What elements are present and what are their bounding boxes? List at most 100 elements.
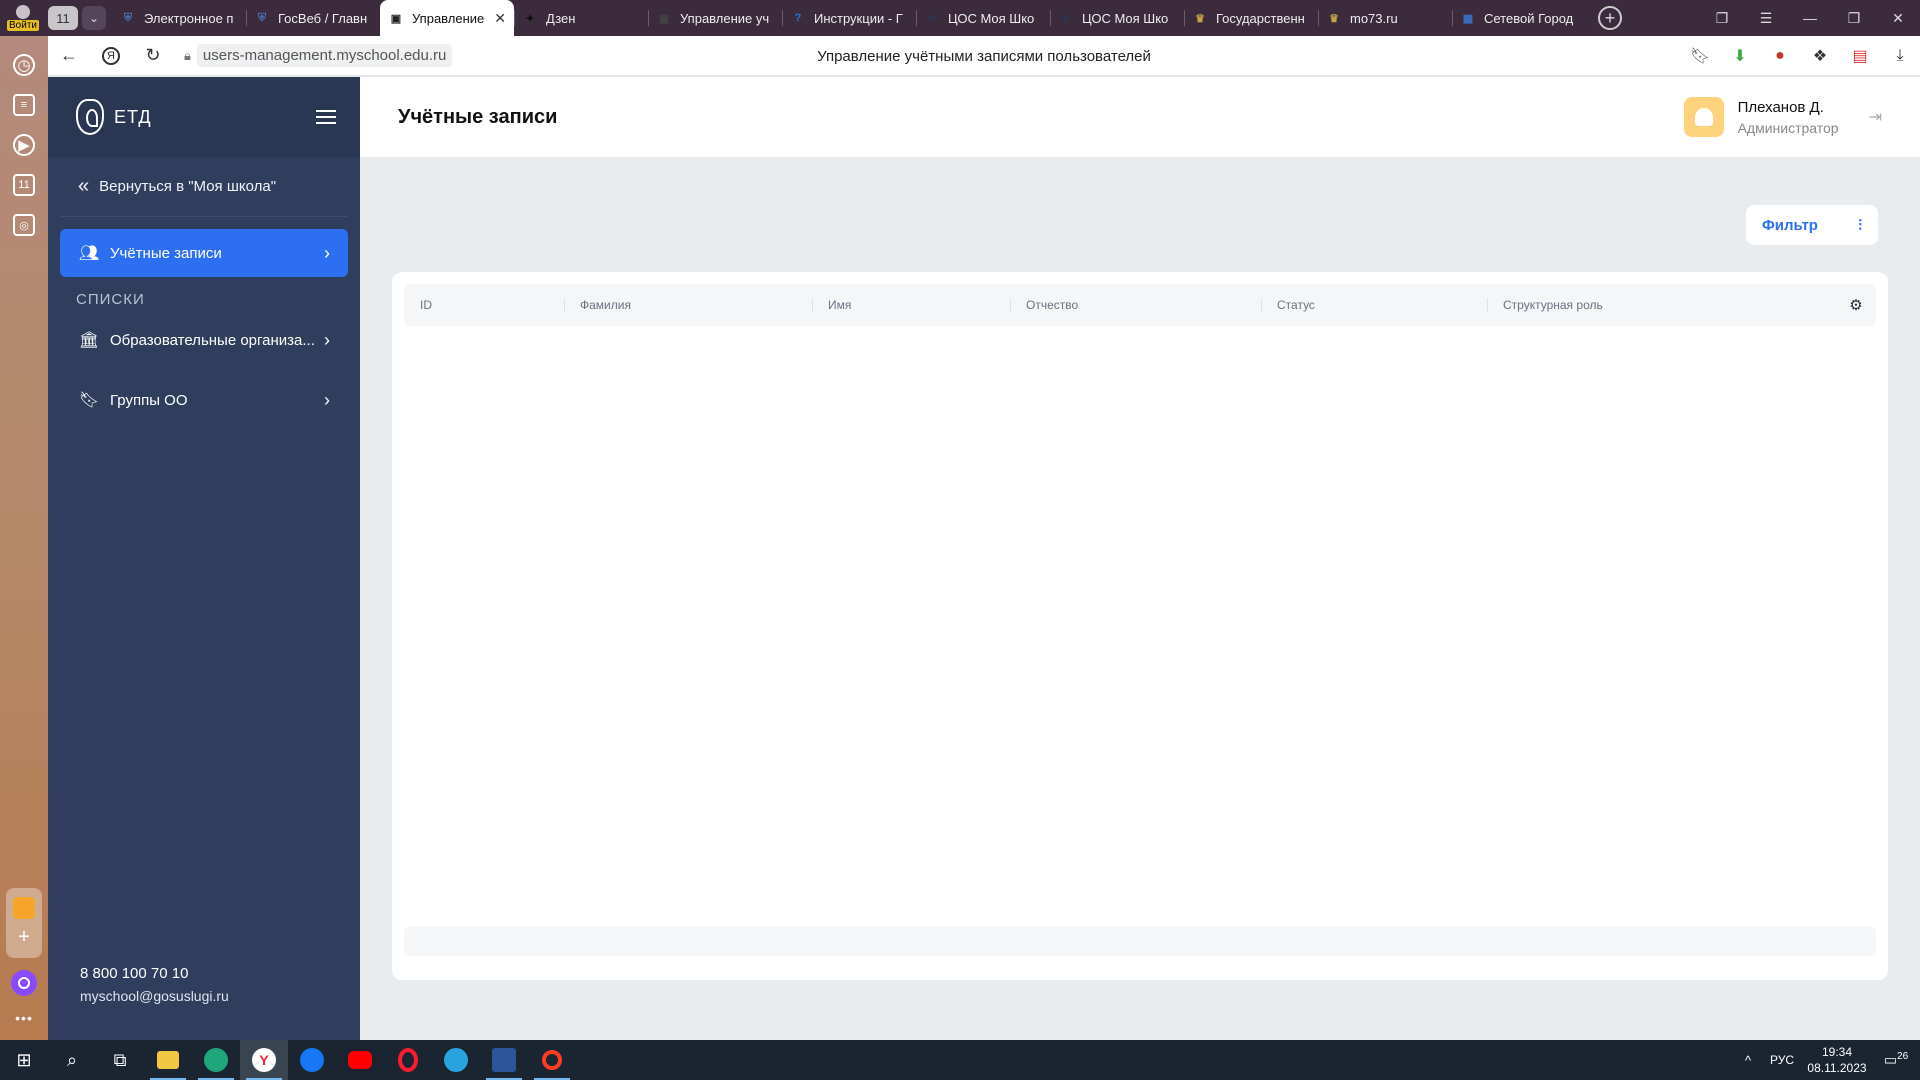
sidebar-footer: 8 800 100 70 10 myschool@gosuslugi.ru (80, 965, 229, 1004)
edge-icon[interactable] (192, 1040, 240, 1080)
downloads-icon[interactable]: ⤓ (1888, 44, 1912, 68)
minimize-button[interactable]: — (1788, 0, 1832, 36)
opera-icon[interactable] (384, 1040, 432, 1080)
url-text[interactable]: users-management.myschool.edu.ru (196, 44, 453, 67)
tab-favicon-icon: ▣ (390, 12, 402, 25)
screenshot-icon[interactable]: ◎ (13, 214, 35, 236)
close-tab-icon[interactable]: ✕ (494, 10, 506, 27)
profile-button[interactable]: Войти (0, 0, 46, 36)
bookmark-icon: 🔖︎ (78, 392, 100, 409)
filter-label: Фильтр (1762, 216, 1818, 234)
bookmark-icon[interactable]: 🔖︎ (1688, 44, 1712, 68)
logout-icon[interactable]: ⇥ (1869, 107, 1882, 127)
chevron-right-icon: › (324, 389, 330, 410)
youtube-icon[interactable] (336, 1040, 384, 1080)
facebook-icon[interactable] (288, 1040, 336, 1080)
browser-tab[interactable]: ♛ Государственн (1184, 0, 1318, 36)
restore-button[interactable]: ❐ (1832, 0, 1876, 36)
magnifier-app-icon[interactable] (528, 1040, 576, 1080)
support-email[interactable]: myschool@gosuslugi.ru (80, 988, 229, 1004)
close-window-button[interactable]: ✕ (1876, 0, 1920, 36)
back-to-myschool-link[interactable]: « Вернуться в "Моя школа" (60, 157, 348, 217)
extensions-puzzle-icon[interactable]: ❖ (1808, 44, 1832, 68)
column-header-patronymic[interactable]: Отчество (1010, 284, 1261, 326)
extension-icon[interactable]: ● (1768, 44, 1792, 68)
back-arrow-icon[interactable]: ← (48, 36, 90, 76)
hamburger-menu-icon[interactable] (316, 110, 336, 124)
windows-taskbar: ⊞ ⌕ ⧉ Y ^ РУС 19:34 08.11.2023 ▭26 (0, 1040, 1920, 1080)
tab-favicon-icon: ⛨ (123, 11, 133, 24)
tab-favicon-icon: ▣ (658, 12, 670, 25)
column-header-status[interactable]: Статус (1261, 284, 1487, 326)
filter-button[interactable]: Фильтр ⫶ (1746, 205, 1878, 245)
back-to-myschool-label: Вернуться в "Моя школа" (99, 178, 277, 195)
siderail-bottom: + ••• (0, 888, 48, 1040)
yandex-logo-icon[interactable]: Я (90, 36, 132, 76)
lock-icon: 🔒︎ (184, 47, 191, 63)
browser-tab[interactable]: ? Инструкции - Г (782, 0, 916, 36)
pdf-icon[interactable]: ▤ (1848, 44, 1872, 68)
search-icon[interactable]: ⌕ (48, 1040, 96, 1080)
table-header: ID Фамилия Имя Отчество Статус Структурн… (404, 284, 1876, 326)
add-panel-icon[interactable]: + (18, 926, 30, 949)
user-block[interactable]: Плеханов Д. Администратор ⇥ (1683, 97, 1882, 137)
video-icon[interactable]: ▶ (13, 134, 35, 156)
history-icon[interactable]: ◷ (13, 54, 35, 76)
browser-tab[interactable]: ▦ Сетевой Город (1452, 0, 1586, 36)
column-header-name[interactable]: Имя (812, 284, 1010, 326)
browser-tab[interactable]: ▣ Управление уч (648, 0, 782, 36)
browser-tab[interactable]: ⚛ ЦОС Моя Шко (1050, 0, 1184, 36)
user-info: Плеханов Д. Администратор (1738, 99, 1839, 136)
download-green-icon[interactable]: ⬇ (1728, 44, 1752, 68)
window-controls: ❐ ☰ — ❐ ✕ (1700, 0, 1920, 36)
sidebar-item-organizations[interactable]: 🏛︎ Образовательные организа... › (60, 316, 348, 364)
user-name: Плеханов Д. (1737, 98, 1824, 116)
tabs-dropdown-icon[interactable]: ⌄ (82, 6, 106, 30)
windows-start-icon[interactable]: ⊞ (0, 1040, 48, 1080)
chevron-right-icon: › (324, 242, 330, 263)
file-explorer-icon[interactable] (144, 1040, 192, 1080)
browser-menu-icon[interactable]: ☰ (1744, 0, 1788, 36)
page-header: Учётные записи Плеханов Д. Администратор… (360, 77, 1920, 157)
column-header-surname[interactable]: Фамилия (564, 284, 812, 326)
browser-tab[interactable]: ⛨ ГосВеб / Главн (246, 0, 380, 36)
tab-count-button[interactable]: 11 (48, 6, 78, 30)
browser-tab[interactable]: ⚛ ЦОС Моя Шко (916, 0, 1050, 36)
tabs-counter-icon[interactable]: 11 (13, 174, 35, 196)
task-view-icon[interactable]: ⧉ (96, 1040, 144, 1080)
more-dots-icon[interactable]: ••• (15, 1010, 33, 1026)
chevron-up-icon[interactable]: ^ (1734, 1053, 1762, 1068)
alice-icon[interactable] (11, 970, 37, 996)
word-icon[interactable] (480, 1040, 528, 1080)
new-tab-button[interactable]: + (1598, 6, 1622, 30)
language-indicator[interactable]: РУС (1762, 1053, 1802, 1067)
clock-time: 19:34 (1821, 1045, 1853, 1059)
browser-tab[interactable]: ✦ Дзен (514, 0, 648, 36)
mail-icon[interactable] (13, 897, 35, 920)
column-header-role[interactable]: Структурная роль (1487, 284, 1737, 326)
notifications-icon[interactable]: ▭26 (1872, 1051, 1920, 1069)
browser-tab[interactable]: ▣ Управление ✕ (380, 0, 514, 36)
tab-favicon-icon: ⚛ (927, 12, 937, 25)
tab-favicon-icon: ⛨ (257, 11, 267, 24)
reload-icon[interactable]: ↻ (132, 36, 174, 76)
sidebar-item-accounts[interactable]: 👥︎ Учётные записи › (60, 229, 348, 277)
collections-icon[interactable]: ❐ (1700, 0, 1744, 36)
tab-title: ЦОС Моя Шко (948, 10, 1035, 26)
tab-favicon-icon: ? (794, 12, 802, 24)
clock[interactable]: 19:34 08.11.2023 (1802, 1044, 1872, 1076)
tab-favicon-icon: ⚛ (1061, 12, 1071, 25)
table-settings-gear-icon[interactable]: ⚙ (1836, 296, 1876, 314)
url-field[interactable]: 🔒︎ users-management.myschool.edu.ru (184, 44, 453, 67)
browser-tab[interactable]: ⛨ Электронное п (112, 0, 246, 36)
profile-avatar-icon (16, 5, 30, 19)
tab-title: Государственн (1216, 10, 1305, 26)
notes-icon[interactable]: ≡ (13, 94, 35, 116)
yandex-browser-icon[interactable]: Y (240, 1040, 288, 1080)
column-header-id[interactable]: ID (404, 284, 564, 326)
page-title: Учётные записи (398, 105, 558, 128)
tab-title: Управление уч (680, 10, 770, 26)
browser-tab[interactable]: ♛ mo73.ru (1318, 0, 1452, 36)
telegram-icon[interactable] (432, 1040, 480, 1080)
sidebar-item-groups[interactable]: 🔖︎ Группы ОО › (60, 376, 348, 424)
